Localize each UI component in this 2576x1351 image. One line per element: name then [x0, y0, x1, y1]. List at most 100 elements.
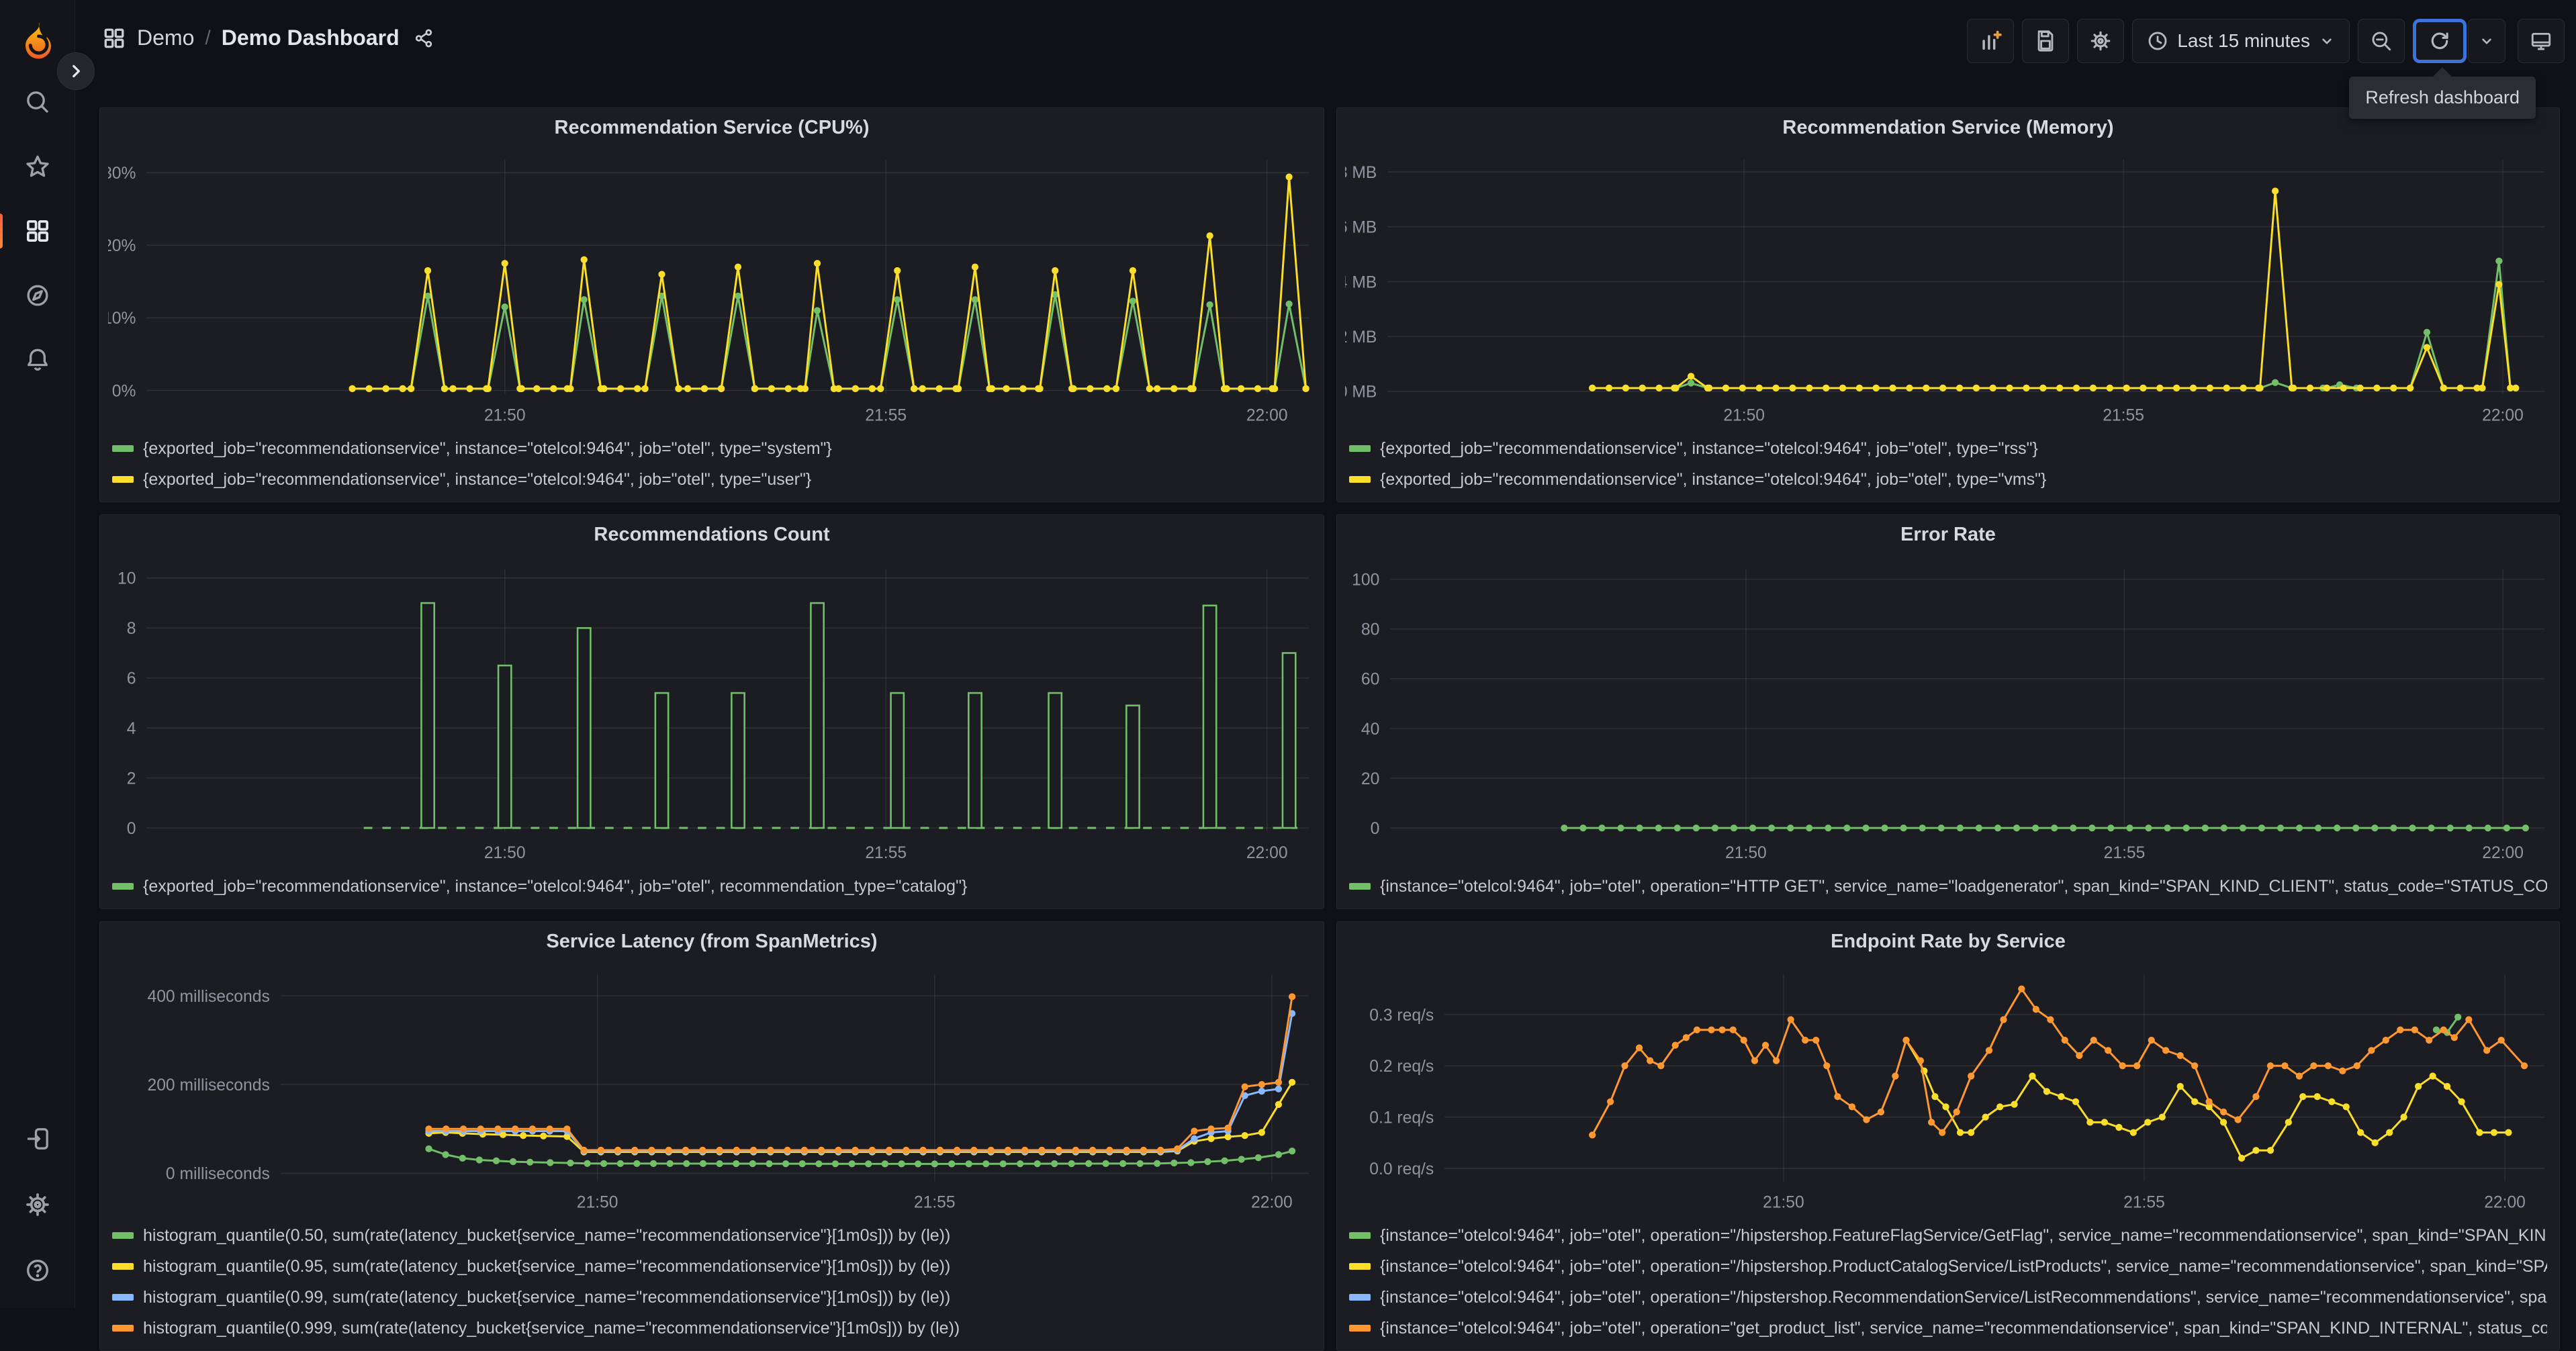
time-series-chart[interactable]: 0.0 req/s 0.1 req/s 0.2 req/s 0.3 req/s 21:5… — [1345, 961, 2551, 1217]
svg-text:21:55: 21:55 — [2123, 1194, 2165, 1212]
legend-item[interactable]: {exported_job="recommendationservice", i… — [1349, 433, 2547, 464]
legend-item[interactable]: {exported_job="recommendationservice", i… — [1349, 464, 2547, 495]
dashboards-grid-icon — [27, 220, 49, 242]
legend-swatch — [112, 445, 134, 452]
panel-header[interactable]: Service Latency (from SpanMetrics) — [100, 922, 1324, 961]
svg-text:22:00: 22:00 — [2482, 844, 2524, 862]
svg-text:60: 60 — [1361, 671, 1379, 689]
legend-label: histogram_quantile(0.99, sum(rate(latenc… — [143, 1287, 951, 1307]
legend-item[interactable]: histogram_quantile(0.999, sum(rate(laten… — [112, 1313, 1312, 1344]
zoom-out-icon — [2372, 32, 2391, 51]
refresh-button-group — [2413, 19, 2505, 63]
legend-label: {instance="otelcol:9464", job="otel", op… — [1380, 1287, 2547, 1307]
time-range-picker[interactable]: Last 15 minutes — [2132, 19, 2350, 63]
legend-item[interactable]: {instance="otelcol:9464", job="otel", op… — [1349, 871, 2547, 902]
legend-item[interactable]: histogram_quantile(0.50, sum(rate(latenc… — [112, 1220, 1312, 1251]
chevron-right-icon — [73, 64, 80, 78]
question-circle-icon — [26, 1259, 49, 1282]
svg-text:0%: 0% — [112, 382, 136, 400]
chart-legend: {instance="otelcol:9464", job="otel", op… — [1337, 868, 2559, 909]
breadcrumb-section[interactable]: Demo — [137, 26, 194, 50]
add-panel-button[interactable] — [1967, 19, 2015, 63]
refresh-dashboard-button[interactable] — [2413, 19, 2467, 63]
svg-text:6: 6 — [127, 670, 136, 688]
panel-header[interactable]: Recommendation Service (CPU%) — [100, 108, 1324, 147]
tooltip-arrow — [2433, 67, 2452, 77]
time-series-chart[interactable]: 0 MB 2 MB 4 MB 6 MB 8 MB 21:50 21:55 22:00 — [1345, 147, 2551, 430]
legend-swatch — [112, 883, 134, 890]
sidebar-item-alerting[interactable] — [24, 346, 51, 373]
sidebar-item-configuration[interactable] — [24, 1191, 51, 1218]
chart-legend: {exported_job="recommendationservice", i… — [1337, 430, 2559, 502]
panel-service-latency: Service Latency (from SpanMetrics) 0 mil… — [99, 921, 1324, 1351]
sidebar-item-explore[interactable] — [24, 282, 51, 309]
gear-icon — [26, 1193, 49, 1216]
star-icon — [26, 155, 49, 177]
svg-text:2: 2 — [127, 770, 136, 788]
sidebar-item-dashboards[interactable] — [0, 214, 51, 248]
time-series-chart[interactable]: 0% 10% 20% 30% 21:50 21:55 22:00 — [108, 147, 1316, 430]
legend-item[interactable]: histogram_quantile(0.99, sum(rate(latenc… — [112, 1282, 1312, 1313]
legend-item[interactable]: {exported_job="recommendationservice", i… — [112, 464, 1312, 495]
legend-swatch — [1349, 1263, 1371, 1270]
legend-item[interactable]: {instance="otelcol:9464", job="otel", op… — [1349, 1251, 2547, 1282]
svg-text:6 MB: 6 MB — [1345, 219, 1377, 237]
panel-header[interactable]: Error Rate — [1337, 515, 2559, 554]
svg-text:80: 80 — [1361, 621, 1379, 639]
refresh-tooltip: Refresh dashboard — [2349, 67, 2536, 119]
chevron-down-icon — [2322, 38, 2332, 44]
panel-header[interactable]: Endpoint Rate by Service — [1337, 922, 2559, 961]
svg-text:0.0 req/s: 0.0 req/s — [1369, 1160, 1434, 1178]
save-dashboard-button[interactable] — [2022, 19, 2070, 63]
sidebar-item-help[interactable] — [24, 1257, 51, 1284]
svg-text:21:50: 21:50 — [1723, 406, 1765, 424]
share-icon[interactable] — [413, 28, 434, 49]
legend-item[interactable]: {exported_job="recommendationservice", i… — [112, 433, 1312, 464]
svg-text:10: 10 — [118, 570, 136, 588]
top-navigation: Demo / Demo Dashboard Last 15 minutes Re… — [75, 0, 2576, 119]
bell-icon — [28, 348, 48, 371]
legend-item[interactable]: {instance="otelcol:9464", job="otel", op… — [1349, 1313, 2547, 1344]
dashboards-grid-icon — [104, 28, 124, 48]
svg-text:21:50: 21:50 — [577, 1194, 618, 1212]
panel-endpoint-rate: Endpoint Rate by Service 0.0 req/s 0.1 re… — [1336, 921, 2560, 1351]
svg-text:21:50: 21:50 — [484, 406, 526, 424]
legend-swatch — [1349, 445, 1371, 452]
grafana-logo[interactable] — [19, 21, 57, 60]
panel-error-rate: Error Rate 0 20 40 60 80 100 21:50 21:55 22:00 {… — [1336, 514, 2560, 909]
chart-legend: {instance="otelcol:9464", job="otel", op… — [1337, 1217, 2559, 1350]
chart-legend: {exported_job="recommendationservice", i… — [100, 430, 1324, 502]
sidebar-item-search[interactable] — [24, 89, 51, 115]
legend-item[interactable]: {exported_job="recommendationservice", i… — [112, 871, 1312, 902]
legend-item[interactable]: {instance="otelcol:9464", job="otel", op… — [1349, 1282, 2547, 1313]
dashboard-settings-button[interactable] — [2077, 19, 2125, 63]
sidebar-item-starred[interactable] — [24, 153, 51, 180]
panel-title: Service Latency (from SpanMetrics) — [546, 930, 878, 952]
sidebar-expand-button[interactable] — [57, 52, 95, 90]
svg-text:0.3 req/s: 0.3 req/s — [1369, 1007, 1434, 1025]
sign-in-icon — [28, 1128, 48, 1150]
legend-label: {instance="otelcol:9464", job="otel", op… — [1380, 1225, 2547, 1245]
legend-item[interactable]: {instance="otelcol:9464", job="otel", op… — [1349, 1220, 2547, 1251]
legend-label: {exported_job="recommendationservice", i… — [1380, 469, 2047, 489]
sidebar-item-sign-in[interactable] — [24, 1125, 51, 1152]
legend-swatch — [1349, 1232, 1371, 1239]
svg-text:21:50: 21:50 — [1763, 1194, 1804, 1212]
time-series-chart[interactable]: 0 milliseconds 200 milliseconds 400 millis… — [108, 961, 1316, 1217]
chevron-down-icon — [2482, 38, 2491, 44]
cycle-view-mode-button[interactable] — [2518, 19, 2565, 63]
panel-header[interactable]: Recommendations Count — [100, 515, 1324, 554]
svg-text:100: 100 — [1352, 571, 1379, 590]
legend-swatch — [1349, 883, 1371, 890]
svg-text:0 MB: 0 MB — [1345, 383, 1377, 402]
refresh-icon — [2431, 32, 2448, 50]
refresh-interval-caret[interactable] — [2468, 19, 2505, 63]
legend-item[interactable]: histogram_quantile(0.95, sum(rate(latenc… — [112, 1251, 1312, 1282]
legend-swatch — [112, 1263, 134, 1270]
time-series-chart[interactable]: 0 20 40 60 80 100 21:50 21:55 22:00 — [1345, 554, 2551, 868]
legend-label: {instance="otelcol:9464", job="otel", op… — [1380, 876, 2547, 896]
legend-label: {exported_job="recommendationservice", i… — [143, 438, 832, 458]
svg-text:8: 8 — [127, 620, 136, 638]
zoom-out-button[interactable] — [2358, 19, 2405, 63]
bar-chart[interactable]: 0 2 4 6 8 10 21:50 21:55 22:00 — [108, 554, 1316, 868]
